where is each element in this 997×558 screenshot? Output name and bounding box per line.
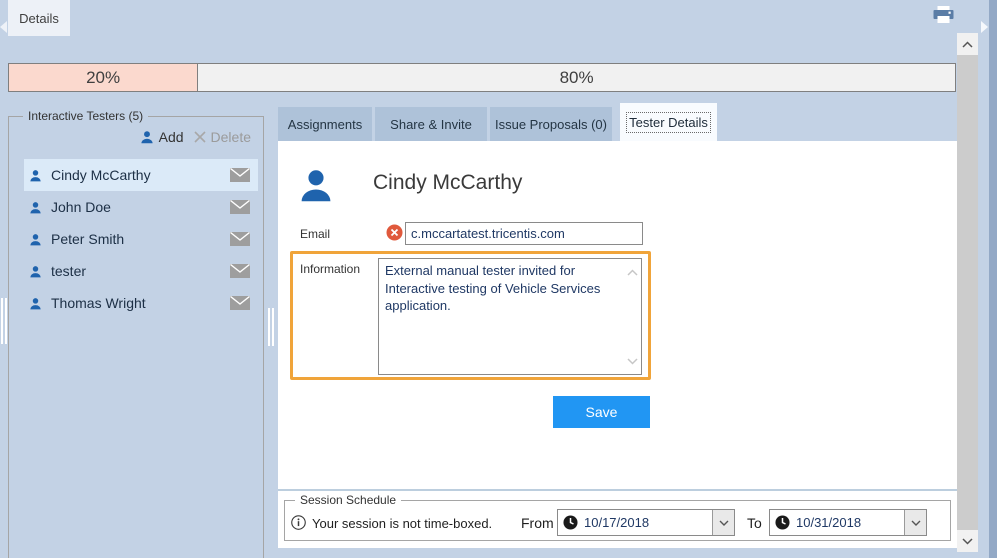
tab-tester-details[interactable]: Tester Details xyxy=(620,103,717,141)
tab-issue-proposals[interactable]: Issue Proposals (0) xyxy=(490,107,612,141)
progress-segment-label: 20% xyxy=(86,68,120,88)
tester-avatar-icon xyxy=(298,167,334,208)
tester-name: Cindy McCarthy xyxy=(51,167,230,183)
tester-row-peter-smith[interactable]: Peter Smith xyxy=(24,223,258,255)
add-tester-button[interactable]: Add xyxy=(140,129,184,145)
clock-icon xyxy=(775,515,790,530)
email-label: Email xyxy=(300,227,330,241)
scrollbar-down-button[interactable] xyxy=(957,530,978,552)
tester-detail-name: Cindy McCarthy xyxy=(373,171,522,195)
delete-tester-button[interactable]: Delete xyxy=(194,129,251,145)
person-icon xyxy=(29,169,42,182)
tester-list: Cindy McCarthy John Doe Peter Smith test… xyxy=(24,159,258,319)
scrollbar-up-button[interactable] xyxy=(957,33,978,55)
delete-label: Delete xyxy=(211,129,251,145)
person-icon xyxy=(29,201,42,214)
clock-icon xyxy=(563,515,578,530)
to-date-picker[interactable]: 10/31/2018 xyxy=(769,509,927,536)
information-textarea[interactable]: External manual tester invited for Inter… xyxy=(378,258,642,375)
scroll-up-icon[interactable] xyxy=(627,263,638,281)
interactive-testers-title: Interactive Testers (5) xyxy=(23,109,148,123)
right-edge-strip xyxy=(989,0,997,558)
print-icon[interactable] xyxy=(932,5,955,30)
collapse-left-icon[interactable] xyxy=(0,21,7,33)
left-panel-grip[interactable] xyxy=(1,298,7,344)
tester-row-cindy-mccarthy[interactable]: Cindy McCarthy xyxy=(24,159,258,191)
person-icon xyxy=(29,265,42,278)
tester-row-tester[interactable]: tester xyxy=(24,255,258,287)
email-envelope-icon[interactable] xyxy=(230,168,250,182)
session-progress-bar: 20% 80% xyxy=(8,63,956,92)
tester-name: Thomas Wright xyxy=(51,295,230,311)
to-label: To xyxy=(747,515,762,531)
collapse-right-icon[interactable] xyxy=(981,21,988,33)
progress-segment-complete: 80% xyxy=(198,64,955,91)
session-schedule-title: Session Schedule xyxy=(295,493,401,507)
from-date-picker[interactable]: 10/17/2018 xyxy=(557,509,735,536)
tester-name: tester xyxy=(51,263,230,279)
from-date-value: 10/17/2018 xyxy=(584,515,712,530)
tester-name: John Doe xyxy=(51,199,230,215)
tab-label: Issue Proposals (0) xyxy=(495,117,607,132)
interactive-testers-groupbox: Interactive Testers (5) Add Delete Cindy… xyxy=(8,116,264,558)
information-label: Information xyxy=(300,262,360,276)
tester-name: Peter Smith xyxy=(51,231,230,247)
tab-share-invite[interactable]: Share & Invite xyxy=(375,107,487,141)
tab-label: Share & Invite xyxy=(390,117,472,132)
tab-label: Assignments xyxy=(288,117,362,132)
to-dropdown-button[interactable] xyxy=(904,510,926,535)
save-button[interactable]: Save xyxy=(553,396,650,428)
tab-assignments[interactable]: Assignments xyxy=(278,107,372,141)
panel-separator xyxy=(278,489,957,491)
delete-x-icon xyxy=(194,131,206,143)
from-dropdown-button[interactable] xyxy=(712,510,734,535)
progress-segment-incomplete: 20% xyxy=(9,64,198,91)
from-label: From xyxy=(521,515,554,531)
session-details-window: Details 20% 80% Interactive Testers (5) xyxy=(0,0,997,558)
email-envelope-icon[interactable] xyxy=(230,264,250,278)
session-note: Your session is not time-boxed. xyxy=(312,516,492,531)
info-icon xyxy=(291,515,306,535)
person-icon xyxy=(29,297,42,310)
email-envelope-icon[interactable] xyxy=(230,296,250,310)
vertical-scrollbar[interactable] xyxy=(957,33,978,552)
to-date-value: 10/31/2018 xyxy=(796,515,904,530)
details-tab-label: Details xyxy=(19,11,59,26)
scroll-down-icon[interactable] xyxy=(627,352,638,370)
email-error-icon xyxy=(386,224,403,246)
tester-row-john-doe[interactable]: John Doe xyxy=(24,191,258,223)
information-text: External manual tester invited for Inter… xyxy=(385,263,600,313)
person-icon xyxy=(29,233,42,246)
add-label: Add xyxy=(159,129,184,145)
details-tab[interactable]: Details xyxy=(8,0,70,36)
progress-segment-label: 80% xyxy=(560,68,594,88)
tester-toolbar: Add Delete xyxy=(140,129,251,145)
email-input[interactable] xyxy=(405,222,643,245)
tester-row-thomas-wright[interactable]: Thomas Wright xyxy=(24,287,258,319)
sidebar-splitter-grip[interactable] xyxy=(268,308,274,346)
email-envelope-icon[interactable] xyxy=(230,232,250,246)
person-add-icon xyxy=(140,130,154,144)
scrollbar-track[interactable] xyxy=(957,55,978,530)
email-envelope-icon[interactable] xyxy=(230,200,250,214)
tab-label: Tester Details xyxy=(629,115,708,130)
